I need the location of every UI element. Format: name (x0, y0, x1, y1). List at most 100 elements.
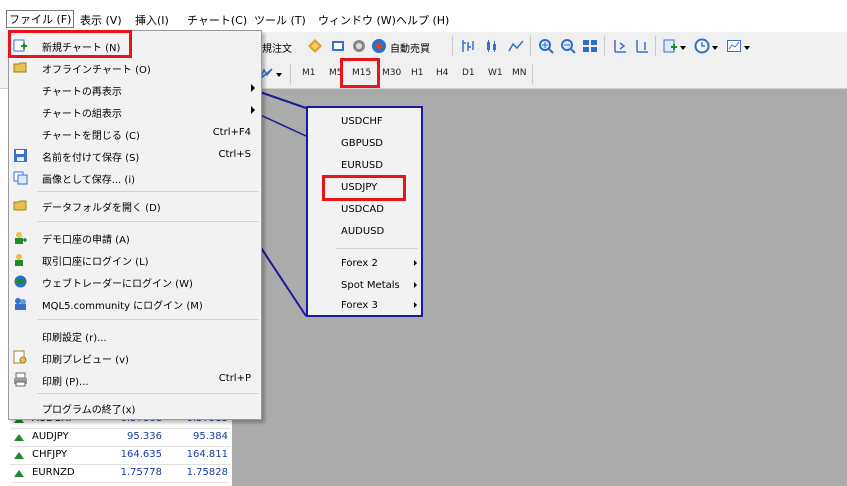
symbol-group-spot-metals[interactable]: Spot Metals (308, 276, 421, 298)
auto-trade-button[interactable]: 自動売買 (390, 40, 430, 55)
autoscroll-icon[interactable] (634, 38, 650, 54)
timeframe-h4[interactable]: H4 (436, 68, 449, 78)
symbol-group-forex-3[interactable]: Forex 3 (308, 296, 421, 318)
menu-item-label: 印刷プレビュー (v) (42, 355, 129, 366)
toolbar-separator (604, 36, 605, 56)
floppy-disk-icon (14, 149, 27, 162)
symbol-item-usdchf[interactable]: USDCHF (308, 112, 421, 134)
symbol-item-gbpusd[interactable]: GBPUSD (308, 134, 421, 156)
ask-price: 1.75828 (186, 467, 228, 478)
symbol-submenu: USDCHF GBPUSD EURUSD USDJPY USDCAD AUDUS… (306, 106, 423, 317)
menu-item-reopen-chart[interactable]: チャートの再表示 (9, 79, 261, 101)
timeframe-h1[interactable]: H1 (411, 68, 424, 78)
menu-file[interactable]: ファイル (F) (6, 10, 75, 28)
timeframe-w1[interactable]: W1 (488, 68, 503, 78)
user-login-icon (15, 254, 23, 266)
tile-windows-icon[interactable] (582, 38, 598, 54)
menu-view[interactable]: 表示 (V) (80, 12, 122, 28)
table-row[interactable]: CHFJPY 164.635 164.811 (10, 448, 230, 465)
menu-separator (37, 319, 259, 320)
menu-item-label: MQL5.community にログイン (M) (42, 301, 203, 312)
bid-price: 1.75778 (120, 467, 162, 478)
menu-item-open-data-folder[interactable]: データフォルダを開く (D) (9, 195, 261, 217)
menu-item-login-web-trader[interactable]: ウェブトレーダーにログイン (W) (9, 271, 261, 293)
zoom-out-icon[interactable] (560, 38, 576, 54)
templates-icon[interactable] (726, 38, 742, 54)
menu-item-label: Spot Metals (341, 280, 400, 291)
menu-item-label: 画像として保存... (i) (42, 175, 135, 186)
indicators-icon[interactable] (662, 38, 678, 54)
menu-item-print-setup[interactable]: 印刷設定 (r)... (9, 325, 261, 347)
menu-item-label: Forex 2 (341, 258, 378, 269)
menu-item-label: 印刷設定 (r)... (42, 333, 107, 344)
menu-window[interactable]: ウィンドウ (W) (318, 12, 396, 28)
menu-insert[interactable]: 挿入(I) (135, 12, 169, 28)
file-menu-dropdown: 新規チャート (N) オフラインチャート (O) チャートの再表示 チャートの組… (8, 30, 262, 420)
timeframe-m30[interactable]: M30 (382, 68, 401, 78)
bid-price: 95.336 (127, 431, 162, 442)
meta-editor-icon[interactable] (307, 38, 323, 54)
chart-shift-icon[interactable] (612, 38, 628, 54)
market-icon[interactable] (371, 38, 387, 54)
menu-item-save-as-picture[interactable]: 画像として保存... (i) (9, 167, 261, 189)
new-order-button[interactable]: 規注文 (262, 40, 292, 55)
timeframe-m1[interactable]: M1 (302, 68, 316, 78)
symbol-item-audusd[interactable]: AUDUSD (308, 222, 421, 244)
menu-item-shortcut: Ctrl+S (218, 149, 251, 160)
chevron-down-icon[interactable] (712, 46, 718, 50)
table-row[interactable]: AUDJPY 95.336 95.384 (10, 430, 230, 447)
menu-item-label: デモ口座の申請 (A) (42, 235, 130, 246)
navigator-icon[interactable] (330, 38, 346, 54)
chevron-down-icon[interactable] (680, 46, 686, 50)
highlight-usdjpy (322, 175, 406, 201)
timeframe-mn[interactable]: MN (512, 68, 527, 78)
menu-item-offline-chart[interactable]: オフラインチャート (O) (9, 57, 261, 79)
clock-icon[interactable] (694, 38, 710, 54)
menu-item-exit[interactable]: プログラムの終了(x) (9, 397, 261, 419)
menu-item-label: EURUSD (341, 160, 383, 171)
symbol-group-forex-2[interactable]: Forex 2 (308, 254, 421, 276)
menu-item-label: 印刷 (P)... (42, 377, 89, 388)
menu-chart[interactable]: チャート(C) (187, 12, 247, 28)
menu-item-label: プログラムの終了(x) (42, 405, 136, 416)
chevron-down-icon[interactable] (276, 73, 282, 77)
menu-item-open-demo-account[interactable]: デモ口座の申請 (A) (9, 227, 261, 249)
bar-chart-icon[interactable] (460, 38, 476, 54)
symbol-name: AUDJPY (32, 431, 69, 442)
menu-item-login-mql5[interactable]: MQL5.community にログイン (M) (9, 293, 261, 315)
timeframe-d1[interactable]: D1 (462, 68, 475, 78)
menu-item-shortcut: Ctrl+P (218, 373, 251, 384)
menu-help[interactable]: ヘルプ (H) (396, 12, 449, 28)
menu-item-label: GBPUSD (341, 138, 384, 149)
toolbar-separator (530, 36, 531, 56)
signals-icon[interactable] (351, 38, 367, 54)
menu-item-shortcut: Ctrl+F4 (212, 127, 251, 138)
menu-tools[interactable]: ツール (T) (254, 12, 306, 28)
table-row[interactable]: EURNZD 1.75778 1.75828 (10, 466, 230, 483)
menu-item-print[interactable]: 印刷 (P)... Ctrl+P (9, 369, 261, 391)
line-chart-icon[interactable] (508, 38, 524, 54)
symbol-name: EURNZD (32, 467, 75, 478)
chevron-right-icon (251, 106, 255, 114)
menu-item-login-trade-account[interactable]: 取引口座にログイン (L) (9, 249, 261, 271)
symbol-item-usdcad[interactable]: USDCAD (308, 200, 421, 222)
toolbar-separator (655, 36, 656, 56)
zoom-in-icon[interactable] (538, 38, 554, 54)
chevron-right-icon (251, 84, 255, 92)
menubar: ファイル (F) 表示 (V) 挿入(I) チャート(C) ツール (T) ウィ… (0, 0, 847, 32)
menu-item-close-chart[interactable]: チャートを閉じる (C) Ctrl+F4 (9, 123, 261, 145)
menu-item-label: ウェブトレーダーにログイン (W) (42, 279, 193, 290)
toolbar-separator (452, 36, 453, 56)
folder-icon (13, 62, 27, 73)
menu-separator (37, 191, 259, 192)
arrow-up-icon (14, 434, 24, 441)
menu-item-label: USDCHF (341, 116, 383, 127)
chevron-down-icon[interactable] (744, 46, 750, 50)
menu-item-profiles[interactable]: チャートの組表示 (9, 101, 261, 123)
menu-item-print-preview[interactable]: 印刷プレビュー (v) (9, 347, 261, 369)
menu-item-label: 取引口座にログイン (L) (42, 257, 149, 268)
menu-item-save-as[interactable]: 名前を付けて保存 (S) Ctrl+S (9, 145, 261, 167)
menu-item-label: チャートの組表示 (42, 109, 122, 120)
candlestick-icon[interactable] (484, 38, 500, 54)
mql5-community-icon (15, 298, 26, 310)
